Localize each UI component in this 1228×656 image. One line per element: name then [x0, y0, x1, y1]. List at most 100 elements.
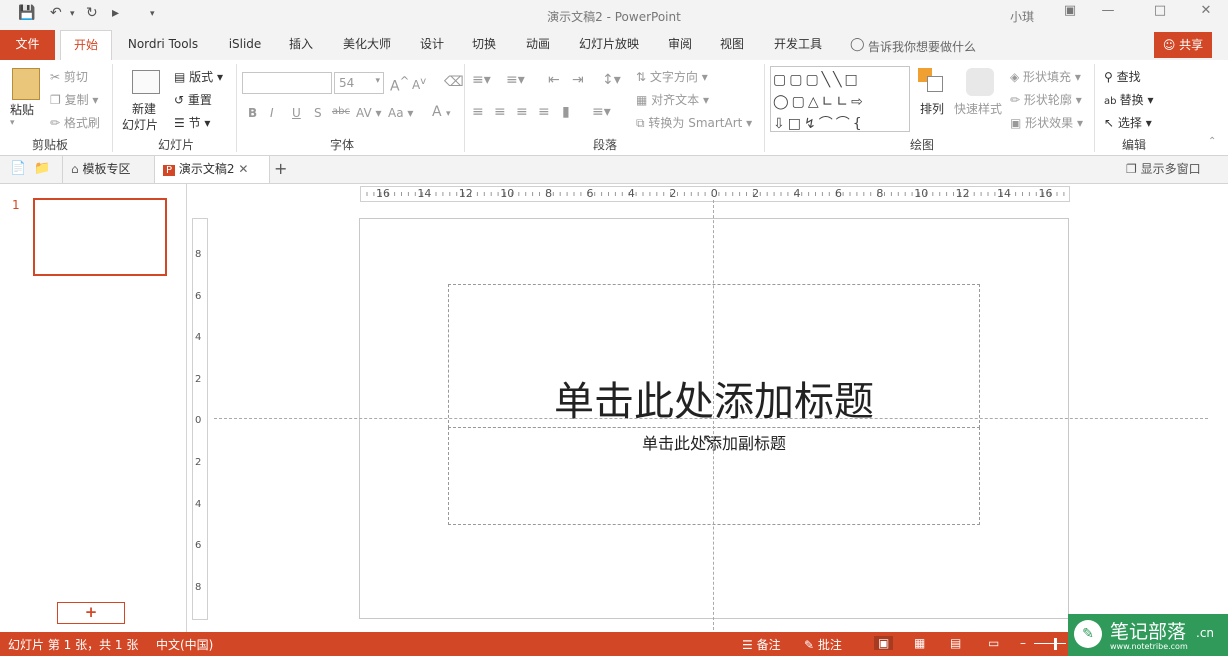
- strikethrough-button[interactable]: abc: [332, 106, 350, 117]
- shape-fill-label: 形状填充: [1023, 70, 1072, 84]
- align-text-button[interactable]: ▦ 对齐文本 ▾: [636, 91, 709, 108]
- tab-view[interactable]: 视图: [712, 30, 752, 60]
- convert-smartart-button[interactable]: ⧉ 转换为 SmartArt ▾: [636, 114, 752, 131]
- paste-icon[interactable]: [12, 68, 40, 100]
- section-button[interactable]: ☰ 节 ▾: [174, 114, 210, 131]
- change-case-button[interactable]: Aa ▾: [388, 106, 413, 120]
- tab-developer[interactable]: 开发工具: [766, 30, 830, 60]
- folder-icon[interactable]: 📁: [34, 156, 50, 183]
- new-slide-icon[interactable]: [132, 70, 160, 94]
- bullets-icon[interactable]: ≡▾: [472, 72, 491, 88]
- tab-design[interactable]: 设计: [412, 30, 452, 60]
- paragraph-dialog-icon[interactable]: ≡▾: [592, 104, 611, 120]
- tab-slideshow[interactable]: 幻灯片放映: [572, 30, 646, 60]
- reset-label: 重置: [187, 93, 212, 107]
- tab-nordri-tools[interactable]: Nordri Tools: [118, 30, 208, 60]
- char-spacing-button[interactable]: AV ▾: [356, 106, 382, 120]
- add-tab-icon[interactable]: +: [274, 156, 287, 183]
- shapes-gallery-icons[interactable]: ▢▢▢╲╲□ ◯▢△∟∟⇨ ⇩□↯⌒⌒{: [773, 69, 866, 135]
- pen-icon: ✏: [1010, 93, 1024, 107]
- maximize-icon[interactable]: □: [1150, 3, 1170, 23]
- reset-button[interactable]: ↺ 重置: [174, 91, 212, 108]
- copy-button[interactable]: ❐ 复制 ▾: [50, 91, 98, 108]
- align-center-icon[interactable]: ≡: [494, 104, 506, 120]
- tab-insert[interactable]: 插入: [281, 30, 321, 60]
- select-button[interactable]: ↖ 选择 ▾: [1104, 114, 1152, 131]
- shapes-gallery[interactable]: ▢▢▢╲╲□ ◯▢△∟∟⇨ ⇩□↯⌒⌒{: [770, 66, 910, 132]
- tab-home[interactable]: 开始: [60, 30, 112, 61]
- quick-styles-icon[interactable]: [966, 68, 994, 96]
- notes-button[interactable]: ☰ 备注: [742, 636, 781, 653]
- paste-button[interactable]: 粘贴: [10, 101, 34, 118]
- tell-me-search[interactable]: 告诉我你想要做什么: [868, 38, 976, 55]
- tab-islide[interactable]: iSlide: [222, 30, 268, 60]
- find-button[interactable]: ⚲ 查找: [1104, 68, 1141, 85]
- clear-formatting-icon[interactable]: ⌫: [444, 74, 464, 90]
- share-button[interactable]: ☺ 共享: [1154, 32, 1212, 58]
- justify-icon[interactable]: ≡: [538, 104, 550, 120]
- zoom-out-icon[interactable]: –: [1020, 636, 1026, 650]
- shrink-font-icon[interactable]: Av: [412, 76, 426, 92]
- new-slide-label-2[interactable]: 幻灯片: [122, 116, 158, 133]
- layout-button[interactable]: ▤ 版式 ▾: [174, 68, 223, 85]
- tab-animations[interactable]: 动画: [518, 30, 558, 60]
- underline-button[interactable]: U: [292, 106, 301, 120]
- slide-sorter-icon[interactable]: ▦: [914, 636, 925, 650]
- cut-button[interactable]: ✂ 剪切: [50, 68, 88, 85]
- ribbon-display-icon[interactable]: ▣: [1060, 3, 1080, 23]
- decrease-indent-icon[interactable]: ⇤: [548, 72, 560, 88]
- italic-button[interactable]: I: [270, 106, 274, 120]
- format-painter-button[interactable]: ✏ 格式刷: [50, 114, 100, 131]
- title-placeholder[interactable]: 单击此处添加标题: [448, 284, 980, 428]
- text-direction-button[interactable]: ⇅ 文字方向 ▾: [636, 68, 708, 85]
- comments-button[interactable]: ✎ 批注: [804, 636, 842, 653]
- tab-beautify[interactable]: 美化大师: [334, 30, 400, 60]
- font-color-button[interactable]: A ▾: [432, 104, 451, 120]
- multi-window-button[interactable]: ❐ 显示多窗口: [1126, 156, 1201, 183]
- tab-template-zone[interactable]: ⌂ 模板专区: [62, 156, 155, 183]
- zoom-slider[interactable]: [1034, 643, 1066, 644]
- increase-indent-icon[interactable]: ⇥: [572, 72, 584, 88]
- close-tab-icon[interactable]: ✕: [238, 162, 248, 176]
- user-name[interactable]: 小琪: [1010, 8, 1034, 25]
- vertical-guide[interactable]: [713, 200, 714, 630]
- font-name-combo[interactable]: [242, 72, 332, 94]
- numbering-icon[interactable]: ≡▾: [506, 72, 525, 88]
- slideshow-view-icon[interactable]: ▭: [988, 636, 999, 650]
- shadow-button[interactable]: S: [314, 106, 322, 120]
- horizontal-guide[interactable]: [214, 418, 1208, 419]
- arrange-button[interactable]: 排列: [920, 100, 944, 117]
- language-indicator[interactable]: 中文(中国): [156, 636, 213, 653]
- align-right-icon[interactable]: ≡: [516, 104, 528, 120]
- line-spacing-icon[interactable]: ↕▾: [602, 72, 621, 88]
- arrange-icon[interactable]: [918, 68, 944, 92]
- align-left-icon[interactable]: ≡: [472, 104, 484, 120]
- comments-label: 批注: [817, 638, 842, 652]
- paste-dropdown-icon[interactable]: ▾: [10, 118, 15, 128]
- replace-button[interactable]: ab 替换 ▾: [1104, 91, 1154, 108]
- add-slide-button[interactable]: +: [57, 602, 125, 624]
- collapse-ribbon-icon[interactable]: ⌃: [1208, 136, 1216, 147]
- bold-button[interactable]: B: [248, 106, 257, 120]
- tab-transitions[interactable]: 切换: [464, 30, 504, 60]
- tab-presentation[interactable]: P 演示文稿2 ✕: [154, 156, 270, 183]
- tab-file[interactable]: 文件: [0, 30, 55, 60]
- normal-view-icon[interactable]: ▣: [874, 636, 894, 650]
- quick-styles-button[interactable]: 快速样式: [954, 100, 1002, 117]
- font-size-combo[interactable]: 54 ▾: [334, 72, 384, 94]
- reading-view-icon[interactable]: ▤: [950, 636, 961, 650]
- tab-review[interactable]: 审阅: [660, 30, 700, 60]
- shape-effects-button[interactable]: ▣ 形状效果 ▾: [1010, 114, 1083, 131]
- minimize-icon[interactable]: —: [1098, 3, 1118, 23]
- new-slide-label-1[interactable]: 新建: [132, 100, 156, 117]
- zoom-slider-thumb[interactable]: [1054, 638, 1057, 650]
- new-document-icon[interactable]: 📄: [10, 156, 26, 183]
- shape-fill-button[interactable]: ◈ 形状填充 ▾: [1010, 68, 1081, 85]
- horizontal-ruler: 16 14 12 10 8 6 4 2 0 2 4 6 8 10 12 14 16: [360, 186, 1070, 202]
- font-size-dropdown-icon[interactable]: ▾: [375, 76, 380, 86]
- grow-font-icon[interactable]: A^: [390, 74, 409, 95]
- shape-outline-button[interactable]: ✏ 形状轮廓 ▾: [1010, 91, 1082, 108]
- slide-thumbnail[interactable]: [33, 198, 167, 276]
- close-icon[interactable]: ✕: [1196, 3, 1216, 23]
- columns-icon[interactable]: ▮: [562, 104, 570, 120]
